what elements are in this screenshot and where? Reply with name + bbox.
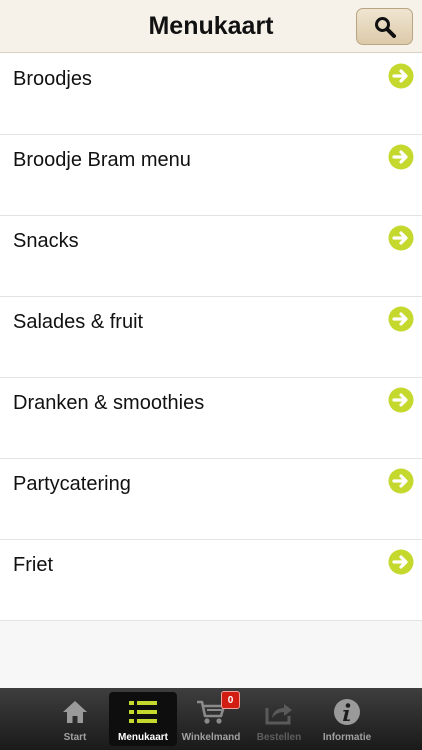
list-item-label: Friet [13, 554, 53, 576]
list-item-label: Salades & fruit [13, 311, 144, 333]
tab-label: Bestellen [256, 732, 302, 743]
search-icon [374, 16, 396, 38]
tab-label: Start [63, 732, 87, 743]
arrow-right-circle-icon [388, 306, 414, 332]
tab-bar: Start Menukaart Winkelmand 0 Bestellen I… [0, 688, 422, 750]
list-item[interactable]: Partycatering [0, 459, 422, 540]
cart-count-badge: 0 [221, 691, 240, 709]
tab-start[interactable]: Start [41, 692, 109, 746]
list-item[interactable]: Dranken & smoothies [0, 378, 422, 459]
page-title: Menukaart [148, 11, 274, 40]
tab-informatie[interactable]: Informatie [313, 692, 381, 746]
arrow-right-circle-icon [388, 63, 414, 89]
list-item-label: Partycatering [13, 473, 131, 495]
arrow-right-circle-icon [388, 468, 414, 494]
search-button[interactable] [356, 8, 413, 45]
list-item-label: Broodje Bram menu [13, 149, 191, 171]
tab-label: Informatie [322, 732, 372, 743]
list-item[interactable]: Salades & fruit [0, 297, 422, 378]
list-item-label: Snacks [13, 230, 79, 252]
tab-bestellen[interactable]: Bestellen [245, 692, 313, 746]
list-item[interactable]: Snacks [0, 216, 422, 297]
arrow-right-circle-icon [388, 225, 414, 251]
arrow-right-circle-icon [388, 549, 414, 575]
arrow-right-circle-icon [388, 387, 414, 413]
info-icon [334, 699, 360, 725]
tab-menukaart[interactable]: Menukaart [109, 692, 177, 746]
arrow-right-circle-icon [388, 144, 414, 170]
share-icon [265, 704, 292, 725]
list-item[interactable]: Broodje Bram menu [0, 135, 422, 216]
list-item-label: Broodjes [13, 68, 92, 90]
list-icon [129, 701, 157, 723]
tab-label: Menukaart [117, 732, 168, 743]
list-item[interactable]: Friet [0, 540, 422, 621]
tab-label: Winkelmand [181, 732, 241, 743]
home-icon [63, 701, 87, 723]
list-item-label: Dranken & smoothies [13, 392, 205, 414]
menu-list: Broodjes Broodje Bram menu Snacks Salade… [0, 54, 422, 621]
list-item[interactable]: Broodjes [0, 54, 422, 135]
tab-winkelmand[interactable]: Winkelmand 0 [177, 691, 245, 746]
list-empty-area [0, 621, 422, 688]
navigation-bar: Menukaart [0, 0, 422, 53]
